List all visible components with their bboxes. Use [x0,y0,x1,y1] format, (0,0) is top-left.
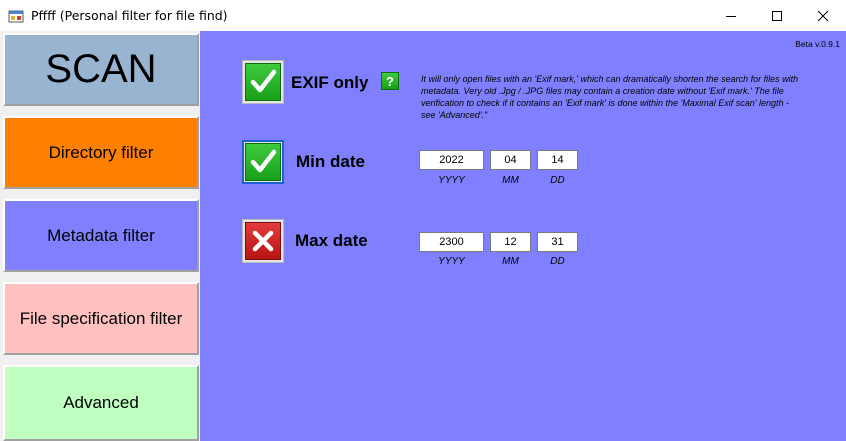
metadata-filter-panel: Beta v.0.9.1 EXIF only ? It will only op… [200,31,846,441]
checkmark-icon [245,63,281,101]
max-date-year-input[interactable]: 2300 [419,232,484,252]
window-title: Pffff (Personal filter for file find) [31,8,228,23]
min-date-year-input[interactable]: 2022 [419,150,484,170]
max-day-caption: DD [550,256,565,267]
close-icon [817,10,829,21]
maximize-icon [772,10,782,21]
directory-filter-button[interactable]: Directory filter [3,116,199,189]
minimize-button[interactable] [708,0,754,31]
max-date-month-input[interactable]: 12 [490,232,531,252]
cross-icon [245,222,281,260]
max-date-day-input[interactable]: 31 [537,232,578,252]
app-icon [8,10,24,23]
maximize-button[interactable] [754,0,800,31]
min-date-month-input[interactable]: 04 [490,150,531,170]
title-bar: Pffff (Personal filter for file find) [0,0,846,31]
checkmark-icon [245,143,281,181]
min-date-day-input[interactable]: 14 [537,150,578,170]
minimize-icon [726,15,736,17]
max-year-caption: YYYY [438,256,465,267]
advanced-button[interactable]: Advanced [3,365,199,441]
help-icon: ? [386,73,394,89]
version-label: Beta v.0.9.1 [795,39,840,49]
file-specification-filter-button[interactable]: File specification filter [3,282,199,355]
exif-only-checkbox[interactable] [242,60,284,104]
metadata-filter-button[interactable]: Metadata filter [3,199,199,272]
min-year-caption: YYYY [438,175,465,186]
min-date-label: Min date [296,152,365,171]
exif-description: It will only open files with an 'Exif ma… [421,74,799,120]
help-button[interactable]: ? [381,72,399,90]
sidebar: SCAN Directory filter Metadata filter Fi… [0,31,200,441]
max-date-checkbox[interactable] [242,219,284,263]
scan-button[interactable]: SCAN [3,33,199,106]
min-month-caption: MM [502,175,519,186]
max-date-label: Max date [295,231,368,250]
min-date-checkbox[interactable] [242,140,284,184]
exif-only-label: EXIF only [291,73,369,92]
min-day-caption: DD [550,175,565,186]
max-month-caption: MM [502,256,519,267]
close-button[interactable] [800,0,846,31]
